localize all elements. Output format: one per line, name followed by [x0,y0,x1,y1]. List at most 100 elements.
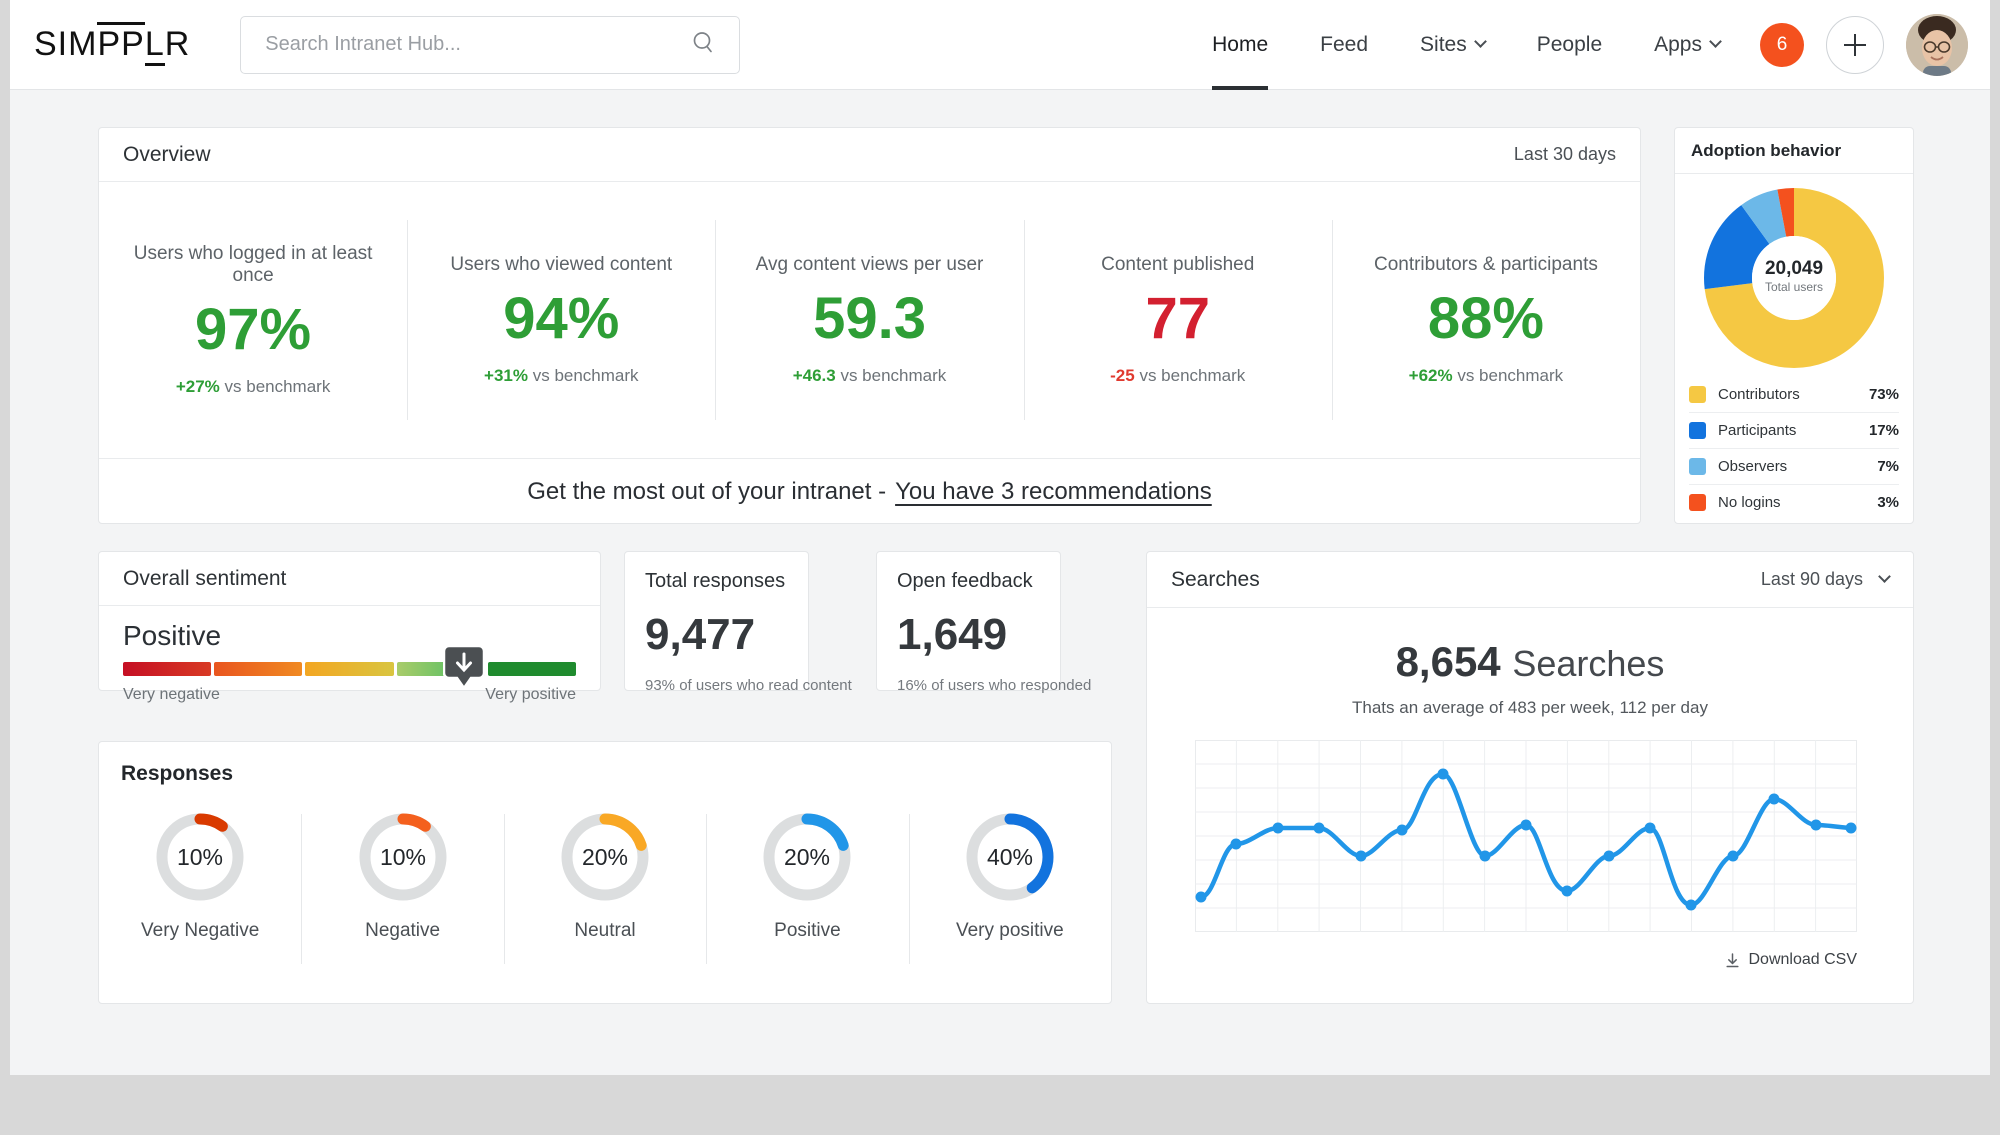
legend-label: Observers [1718,458,1788,475]
gauge-label: Very positive [955,920,1064,941]
create-new-button[interactable] [1826,15,1884,74]
chevron-down-icon [1473,35,1487,48]
adoption-donut-chart: 20,049 Total users [1675,174,1913,376]
open-feedback-card: Open feedback 1,649 16% of users who res… [876,551,1091,694]
gauge-ring: 20% [763,813,851,901]
total-responses-card: Total responses 9,477 93% of users who r… [624,551,852,694]
logo-text-si: SIM [34,25,98,63]
sentiment-segment-very-negative [123,662,212,676]
searches-period-label: Last 90 days [1760,569,1863,589]
legend-swatch [1689,458,1706,475]
searches-total-value: 8,654 [1395,638,1501,685]
avatar[interactable] [1906,13,1968,76]
searches-total: 8,654 Searches [1147,638,1913,686]
kpi-viewed-content: Users who viewed content 94% +31% vs ben… [407,182,715,458]
legend-swatch [1689,494,1706,511]
logo-text-r: R [164,25,191,63]
legend-value: 17% [1868,422,1899,439]
kpi-benchmark-text: vs benchmark [528,366,639,385]
download-csv-label: Download CSV [1748,951,1858,968]
kpi-value: 77 [1145,286,1210,351]
adoption-title: Adoption behavior [1691,140,1842,160]
kpi-label: Content published [1101,254,1255,275]
legend-item-observers: Observers 7% [1689,448,1899,484]
overview-period: Last 30 days [1513,144,1616,164]
kpi-benchmark-text: vs benchmark [219,377,331,396]
recommendations-link[interactable]: You have 3 recommendations [895,478,1212,506]
kpi-contributors: Contributors & participants 88% +62% vs … [1331,182,1640,458]
searches-header: Searches Last 90 days [1147,552,1913,608]
nav-label-apps: Apps [1654,32,1702,56]
legend-swatch [1689,422,1706,439]
logo-text-pp: PP [97,22,145,63]
gauge-neutral: 20% Neutral [503,808,706,968]
gauge-ring: 20% [561,813,649,901]
searches-period-selector[interactable]: Last 90 days [1760,569,1891,590]
responses-gauge-row: 10% Very Negative 10% Negative 20% Neutr… [99,808,1111,968]
chevron-down-icon [1709,35,1722,48]
adoption-legend: Contributors 73% Participants 17% Observ… [1675,376,1913,520]
app-logo[interactable]: SIMPPLR [34,19,190,70]
kpi-benchmark-text: vs benchmark [1134,366,1246,385]
open-feedback-value: 1,649 [897,610,1008,659]
searches-total-suffix: Searches [1512,643,1665,684]
sentiment-segment-neutral [305,662,394,676]
searches-average-note: Thats an average of 483 per week, 112 pe… [1352,698,1708,717]
kpi-avg-views: Avg content views per user 59.3 +46.3 vs… [715,182,1023,458]
main-nav: Home Feed Sites People Apps 6 [1186,0,1990,90]
kpi-value: 88% [1427,286,1544,351]
sentiment-segment-very-positive [487,662,577,676]
searches-title: Searches [1171,567,1260,591]
overview-title: Overview [123,142,211,166]
kpi-benchmark-text: vs benchmark [1452,366,1564,385]
gauge-value: 40% [987,844,1033,870]
nav-item-home[interactable]: Home [1186,0,1294,90]
sentiment-scale-labels: Very negative Very positive [123,686,576,704]
kpi-content-published: Content published 77 -25 vs benchmark [1023,182,1332,458]
avatar-image [1906,13,1968,76]
responses-card: Responses 10% Very Negative 10% Negative… [98,741,1112,1004]
open-feedback-title: Open feedback [897,570,1033,592]
legend-value: 7% [1877,458,1899,475]
search-icon [691,29,717,60]
adoption-header: Adoption behavior [1675,128,1913,174]
nav-item-sites[interactable]: Sites [1394,0,1511,90]
search-input[interactable]: Search Intranet Hub... [240,15,741,74]
sentiment-title: Overall sentiment [123,566,287,590]
kpi-row: Users who logged in at least once 97% +2… [99,182,1640,458]
app-window: SIMPPLR Search Intranet Hub... Home Feed… [10,0,1990,1075]
kpi-value: 59.3 [813,286,926,351]
gauge-very-positive: 40% Very positive [908,808,1111,968]
legend-label: No logins [1718,494,1781,511]
overview-card: Overview Last 30 days Users who logged i… [98,127,1641,524]
gauge-very-negative: 10% Very Negative [99,808,301,968]
gauge-ring: 10% [359,813,447,901]
sentiment-segment-negative [214,662,303,676]
sentiment-scale-bar [123,662,577,676]
gauge-label: Neutral [574,920,636,941]
searches-line-chart [1147,718,1913,937]
kpi-delta: +27% [175,377,220,396]
sentiment-marker [443,644,486,692]
overall-sentiment-card: Overall sentiment Positive Very negative… [98,551,601,703]
kpi-delta: +31% [484,366,528,385]
nav-label-home: Home [1212,32,1269,56]
kpi-value: 94% [503,286,620,351]
search-placeholder: Search Intranet Hub... [265,33,461,55]
sentiment-value: Positive [123,620,222,651]
gauge-label: Positive [774,920,841,941]
gauge-value: 20% [582,844,628,870]
download-csv-button[interactable]: Download CSV [1147,937,1913,969]
sentiment-min-label: Very negative [123,686,220,703]
notification-badge[interactable]: 6 [1760,22,1804,67]
gauge-value: 10% [177,844,223,870]
nav-item-apps[interactable]: Apps [1628,0,1746,90]
nav-item-feed[interactable]: Feed [1294,0,1394,90]
nav-item-people[interactable]: People [1511,0,1628,90]
plus-icon [1844,33,1866,56]
total-responses-note: 93% of users who read content [645,677,852,694]
legend-label: Contributors [1718,385,1800,403]
legend-label: Participants [1718,422,1797,439]
legend-item-no-logins: No logins 3% [1689,484,1899,520]
donut-center-value: 20,049 [1765,258,1823,279]
